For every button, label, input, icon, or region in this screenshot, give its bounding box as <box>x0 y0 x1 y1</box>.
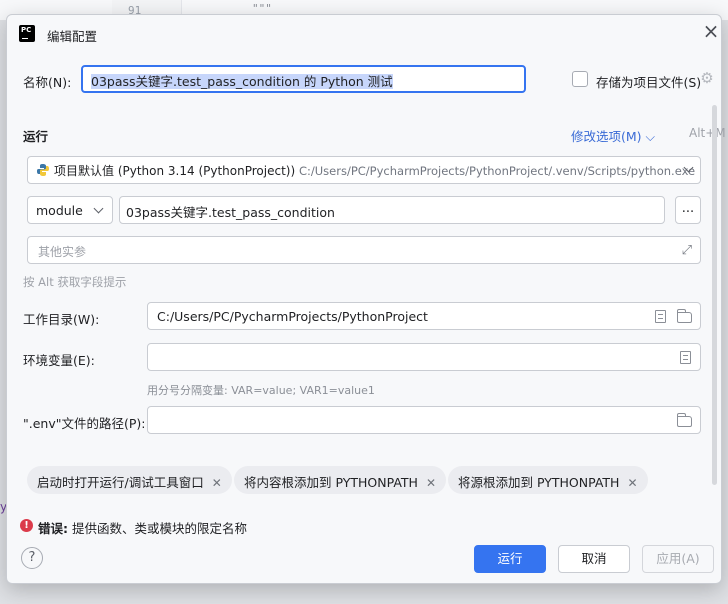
target-type-value: module <box>36 203 83 218</box>
close-icon[interactable]: ✕ <box>426 476 436 490</box>
store-as-file-checkbox[interactable] <box>572 71 588 87</box>
run-section-title: 运行 <box>23 129 49 144</box>
close-icon[interactable]: × <box>701 21 721 41</box>
chevron-down-icon: ⌵ <box>645 129 656 144</box>
gear-icon[interactable]: ⚙ <box>699 70 715 86</box>
chip-content-roots: 将内容根添加到 PYTHONPATH ✕ <box>234 466 447 494</box>
folder-icon[interactable] <box>677 309 692 323</box>
workdir-value: C:/Users/PC/PycharmProjects/PythonProjec… <box>157 309 428 324</box>
chip-source-roots: 将源根添加到 PYTHONPATH ✕ <box>448 466 648 494</box>
target-input[interactable]: 03pass关键字.test_pass_condition <box>119 196 665 224</box>
chip-open-tool-window: 启动时打开运行/调试工具窗口 ✕ <box>27 466 232 494</box>
store-as-file-label: 存储为项目文件(S) <box>596 75 702 90</box>
env-input[interactable] <box>147 343 701 371</box>
interpreter-select[interactable]: 项目默认值 (Python 3.14 (PythonProject)) C:/U… <box>27 156 701 184</box>
error-message: 错误: 提供函数、类或模块的限定名称 <box>38 521 247 536</box>
dotenv-input[interactable] <box>147 406 701 434</box>
error-icon: ! <box>20 519 33 532</box>
name-input-text: 03pass关键字.test_pass_condition 的 Python 测… <box>91 74 393 89</box>
dotenv-label: ".env"文件的路径(P): <box>23 416 146 431</box>
additional-args-placeholder: 其他实参 <box>38 245 87 259</box>
chevron-down-icon <box>93 203 104 214</box>
help-button[interactable]: ? <box>21 547 43 569</box>
python-icon <box>37 164 49 176</box>
edit-configuration-dialog: PC 编辑配置 × 名称(N): 03pass关键字.test_pass_con… <box>6 14 726 584</box>
name-input[interactable]: 03pass关键字.test_pass_condition 的 Python 测… <box>81 65 526 93</box>
close-icon[interactable]: ✕ <box>627 476 637 490</box>
interpreter-path: C:/Users/PC/PycharmProjects/PythonProjec… <box>298 164 696 178</box>
target-type-select[interactable]: module <box>27 196 113 224</box>
alt-hint: 按 Alt 获取字段提示 <box>23 275 127 289</box>
name-label: 名称(N): <box>23 75 72 90</box>
cancel-button[interactable]: 取消 <box>558 545 630 573</box>
browse-button[interactable]: ... <box>675 196 701 224</box>
env-hint: 用分号分隔变量: VAR=value; VAR1=value1 <box>147 384 375 397</box>
scrollbar[interactable] <box>712 105 717 485</box>
dialog-title: 编辑配置 <box>47 29 98 44</box>
workdir-input[interactable]: C:/Users/PC/PycharmProjects/PythonProjec… <box>147 302 701 330</box>
document-icon[interactable] <box>655 310 666 323</box>
apply-button[interactable]: 应用(A) <box>642 545 714 573</box>
folder-icon[interactable] <box>677 413 692 427</box>
modify-options-link[interactable]: 修改选项(M) ⌵ <box>571 126 655 145</box>
modify-options-shortcut: Alt+M <box>689 126 726 140</box>
env-label: 环境变量(E): <box>23 353 95 368</box>
workdir-label: 工作目录(W): <box>23 312 100 327</box>
close-icon[interactable]: ✕ <box>212 476 222 490</box>
interpreter-label: 项目默认值 (Python 3.14 (PythonProject)) <box>54 164 296 178</box>
run-button[interactable]: 运行 <box>474 545 546 573</box>
additional-args-input[interactable]: 其他实参 ⤢ <box>27 236 701 264</box>
pycharm-logo-icon: PC <box>19 25 35 42</box>
document-icon[interactable] <box>680 351 691 364</box>
expand-icon[interactable]: ⤢ <box>682 243 692 258</box>
